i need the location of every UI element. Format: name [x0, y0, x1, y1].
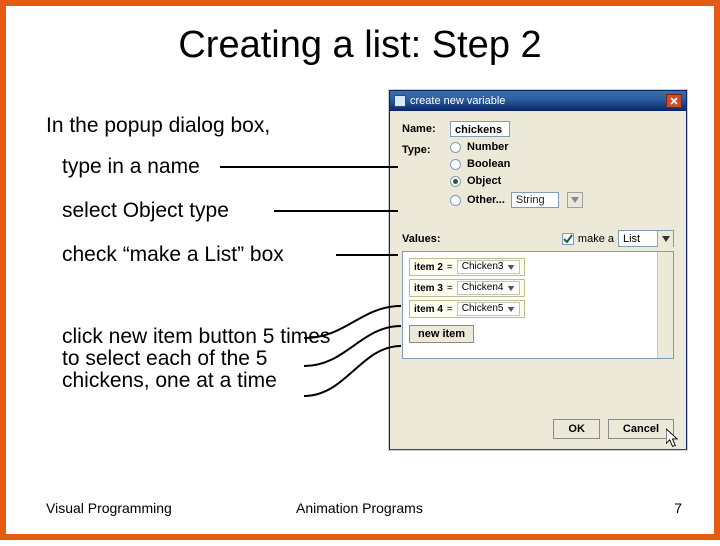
list-item: item 3 = Chicken4 — [409, 279, 667, 297]
chevron-down-icon — [662, 236, 670, 242]
check-icon — [563, 234, 573, 244]
make-a-label: make a — [578, 233, 614, 245]
item-label: item 3 — [414, 283, 443, 294]
radio-object-label: Object — [467, 175, 501, 187]
radio-number-label: Number — [467, 141, 509, 153]
list-item: item 4 = Chicken5 — [409, 300, 667, 318]
chevron-down-icon — [507, 265, 515, 270]
radio-object[interactable] — [450, 176, 461, 187]
footer-left: Visual Programming — [46, 500, 172, 516]
radio-object-row[interactable]: Object — [450, 175, 583, 187]
footer-page-number: 7 — [674, 500, 682, 516]
close-icon — [670, 97, 678, 105]
bullet-name: type in a name — [62, 156, 200, 178]
bullet-new-item: click new item button 5 times to select … — [62, 326, 352, 392]
radio-boolean[interactable] — [450, 159, 461, 170]
type-radio-group: Number Boolean Object Other... String — [450, 141, 583, 208]
create-variable-dialog: create new variable Name: chickens Type:… — [389, 90, 687, 450]
item-pill[interactable]: item 4 = Chicken5 — [409, 300, 525, 318]
item-pill[interactable]: item 2 = Chicken3 — [409, 258, 525, 276]
name-label: Name: — [402, 123, 450, 135]
radio-other[interactable] — [450, 195, 461, 206]
bullet-object-type: select Object type — [62, 200, 229, 222]
item-value[interactable]: Chicken4 — [457, 281, 521, 295]
bullet-make-list: check “make a List” box — [62, 244, 284, 266]
chevron-down-icon — [507, 286, 515, 291]
list-item: item 2 = Chicken3 — [409, 258, 667, 276]
other-type-value: String — [511, 192, 559, 208]
intro-text: In the popup dialog box, — [46, 114, 270, 138]
name-row: Name: chickens — [402, 121, 674, 137]
radio-boolean-label: Boolean — [467, 158, 510, 170]
item-label: item 4 — [414, 304, 443, 315]
dialog-titlebar[interactable]: create new variable — [390, 91, 686, 111]
make-a-group: make a List — [562, 230, 674, 247]
item-label: item 2 — [414, 262, 443, 273]
make-a-selected: List — [623, 233, 655, 245]
radio-other-label: Other... — [467, 194, 505, 206]
make-a-dropdown-button[interactable] — [657, 231, 673, 247]
chevron-down-icon — [571, 197, 579, 203]
item-value[interactable]: Chicken3 — [457, 260, 521, 274]
values-label: Values: — [402, 233, 441, 245]
scrollbar[interactable] — [657, 252, 673, 358]
item-pill[interactable]: item 3 = Chicken4 — [409, 279, 525, 297]
radio-number-row[interactable]: Number — [450, 141, 583, 153]
slide-title: Creating a list: Step 2 — [6, 24, 714, 67]
make-a-checkbox[interactable] — [562, 233, 574, 245]
make-a-dropdown[interactable]: List — [618, 230, 674, 247]
footer-center: Animation Programs — [296, 500, 423, 516]
dialog-body: Name: chickens Type: Number Boolean Obje… — [390, 111, 686, 449]
dialog-app-icon — [394, 95, 406, 107]
cursor-icon — [666, 428, 679, 448]
chevron-down-icon — [507, 307, 515, 312]
radio-number[interactable] — [450, 142, 461, 153]
new-item-button[interactable]: new item — [409, 325, 474, 343]
cancel-button[interactable]: Cancel — [608, 419, 674, 439]
dialog-title: create new variable — [410, 95, 505, 107]
other-type-dropdown-button[interactable] — [567, 192, 583, 208]
radio-other-row[interactable]: Other... String — [450, 192, 583, 208]
type-label: Type: — [402, 144, 431, 156]
radio-boolean-row[interactable]: Boolean — [450, 158, 583, 170]
name-input[interactable]: chickens — [450, 121, 510, 137]
dialog-buttons: OK Cancel — [553, 419, 674, 439]
values-list-panel: item 2 = Chicken3 item 3 = Chicken4 — [402, 251, 674, 359]
item-value[interactable]: Chicken5 — [457, 302, 521, 316]
close-button[interactable] — [666, 94, 682, 108]
ok-button[interactable]: OK — [553, 419, 600, 439]
slide: Creating a list: Step 2 In the popup dia… — [0, 0, 720, 540]
